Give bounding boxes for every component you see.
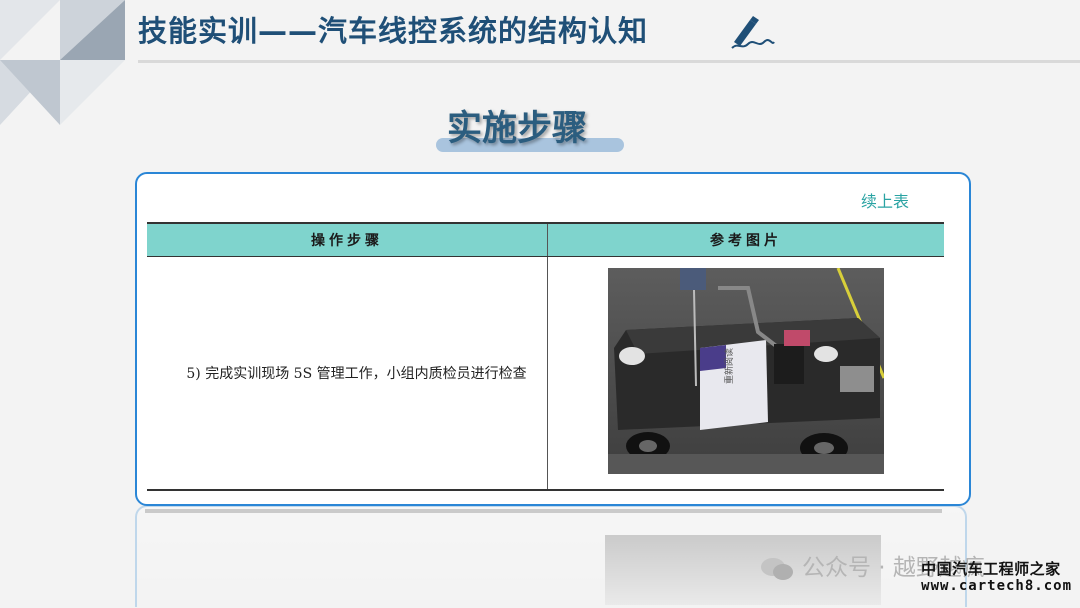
table-header-row: 操作步骤 参考图片: [147, 222, 944, 257]
continued-label: 续上表: [860, 192, 909, 211]
wechat-icon: [761, 557, 793, 580]
pen-icon: [731, 16, 775, 49]
column-header-operation: 操作步骤: [147, 222, 548, 257]
title-divider: [138, 60, 1080, 63]
steps-table: 操作步骤 参考图片 5) 完成实训现场 5S 管理工作，小组内质检员进行检查 重…: [147, 222, 944, 491]
content-card: 续上表 操作步骤 参考图片 5) 完成实训现场 5S 管理工作，小组内质检员进行…: [135, 172, 971, 506]
table-row: 5) 完成实训现场 5S 管理工作，小组内质检员进行检查 重新阅读: [147, 256, 944, 491]
photo-sign-text: 重新阅读: [723, 348, 735, 384]
section-subtitle: 实施步骤: [447, 109, 588, 149]
site-watermark: 中国汽车工程师之家 www.cartech8.com: [921, 560, 1072, 595]
reference-photo: 重新阅读: [608, 268, 884, 474]
step-cell: 5) 完成实训现场 5S 管理工作，小组内质检员进行检查: [147, 256, 548, 491]
page-title: 技能实训——汽车线控系统的结构认知: [138, 14, 649, 48]
corner-decoration: [0, 0, 125, 125]
column-header-reference: 参考图片: [547, 222, 944, 257]
site-watermark-name: 中国汽车工程师之家: [921, 560, 1061, 578]
photo-cell: 重新阅读: [547, 256, 944, 491]
site-watermark-url: www.cartech8.com: [921, 578, 1072, 594]
